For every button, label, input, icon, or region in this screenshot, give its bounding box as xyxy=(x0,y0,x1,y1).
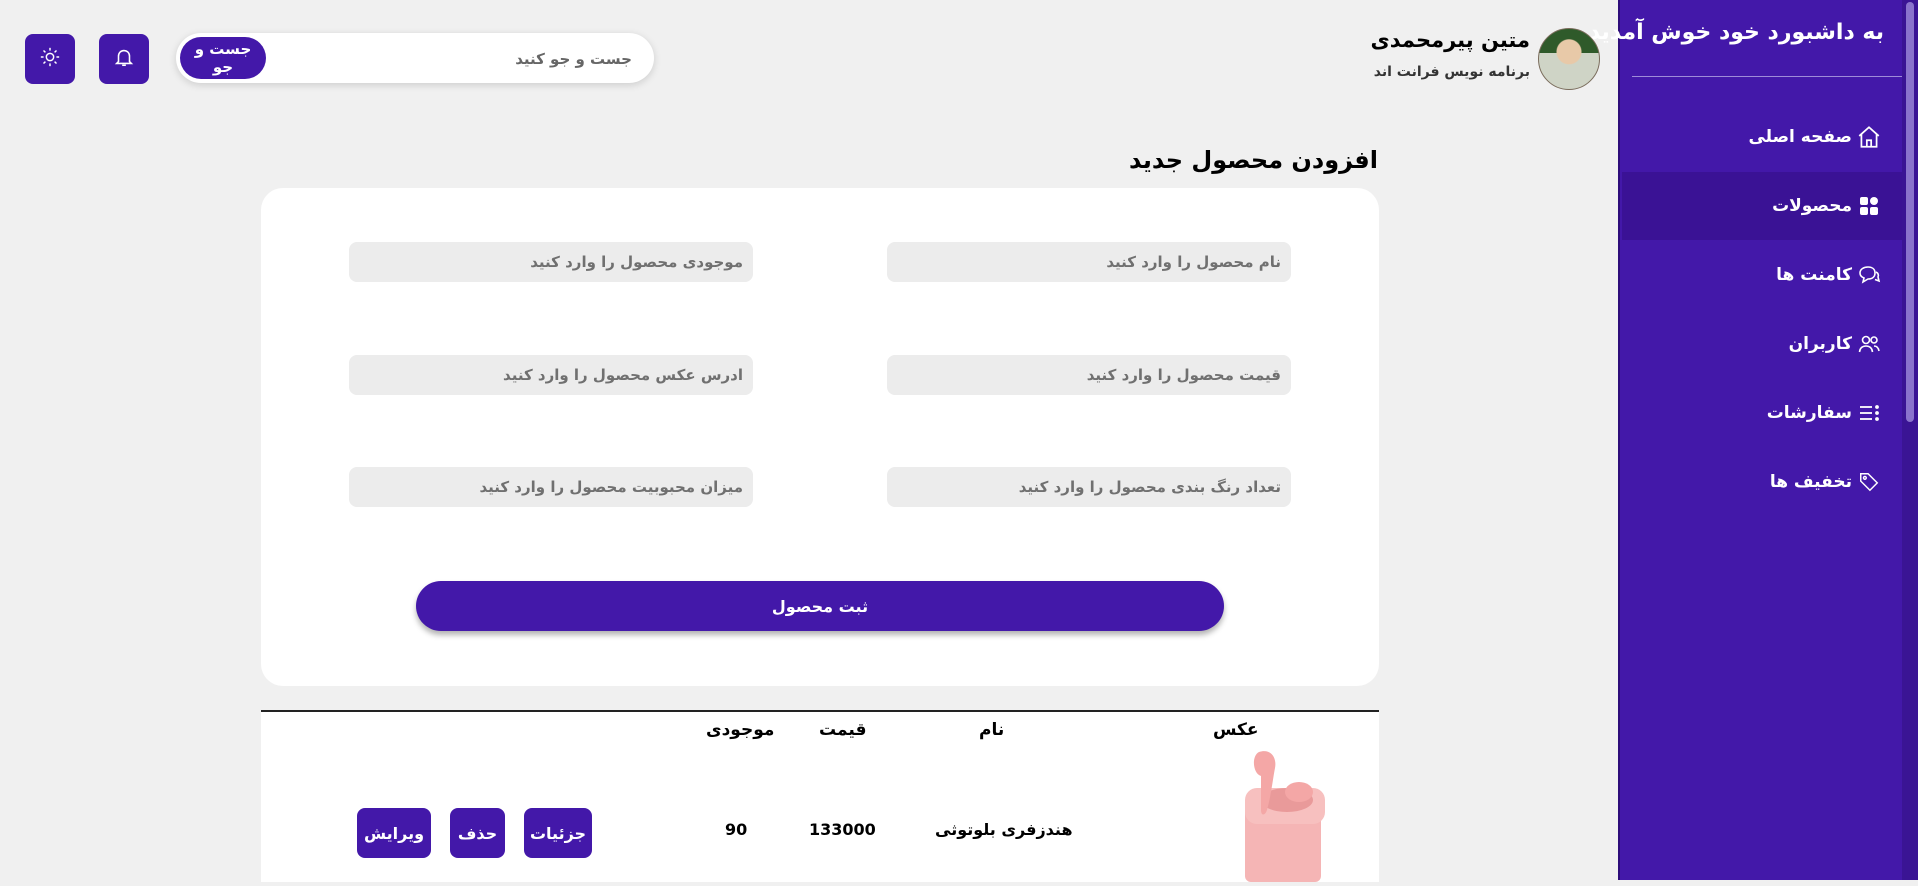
comments-icon xyxy=(1856,262,1882,288)
product-price-field[interactable] xyxy=(887,355,1291,395)
search-input[interactable] xyxy=(290,41,634,77)
bell-icon xyxy=(113,46,135,72)
sidebar-item-label: کاربران xyxy=(1788,334,1852,354)
sidebar-item-home[interactable]: صفحه اصلی xyxy=(1622,103,1902,171)
products-table: عکس نام قیمت موجودی هندزفری بلوتوثی 1330… xyxy=(261,710,1379,882)
column-header-stock: موجودی xyxy=(706,720,775,740)
notifications-button[interactable] xyxy=(99,34,149,84)
sidebar-item-label: محصولات xyxy=(1772,196,1852,216)
details-button[interactable]: جزئیات xyxy=(524,808,592,858)
product-stock: 90 xyxy=(725,820,748,839)
users-icon xyxy=(1856,331,1882,357)
scrollbar-thumb[interactable] xyxy=(1906,2,1914,422)
product-popularity-field[interactable] xyxy=(349,467,753,507)
sidebar-item-users[interactable]: کاربران xyxy=(1622,310,1902,378)
edit-button[interactable]: ویرایش xyxy=(357,808,431,858)
sidebar-title: به داشبورد خود خوش آمدید xyxy=(1588,20,1884,45)
sidebar: به داشبورد خود خوش آمدید صفحه اصلی محصول… xyxy=(1589,0,1918,880)
add-product-card: ثبت محصول xyxy=(261,188,1379,686)
home-icon xyxy=(1856,124,1882,150)
user-profile: متین پیرمحمدی برنامه نویس فرانت اند xyxy=(1360,28,1600,90)
sidebar-item-label: کامنت ها xyxy=(1776,265,1852,285)
product-name-field[interactable] xyxy=(887,242,1291,282)
product-price: 133000 xyxy=(809,820,876,839)
column-header-image: عکس xyxy=(1213,720,1259,740)
submit-product-button[interactable]: ثبت محصول xyxy=(416,581,1224,631)
column-header-price: قیمت xyxy=(819,720,867,740)
product-image-field[interactable] xyxy=(349,355,753,395)
search-button[interactable]: جست و جو xyxy=(180,37,266,79)
search-bar: جست و جو xyxy=(176,33,654,83)
product-image xyxy=(1231,748,1331,882)
theme-toggle-button[interactable] xyxy=(25,34,75,84)
sidebar-item-orders[interactable]: سفارشات xyxy=(1622,379,1902,447)
sidebar-item-comments[interactable]: کامنت ها xyxy=(1622,241,1902,309)
column-header-name: نام xyxy=(979,720,1005,740)
user-name: متین پیرمحمدی xyxy=(1370,28,1530,52)
sidebar-item-label: صفحه اصلی xyxy=(1748,127,1852,147)
list-icon xyxy=(1856,400,1882,426)
sidebar-item-products[interactable]: محصولات xyxy=(1622,172,1902,240)
delete-button[interactable]: حذف xyxy=(450,808,505,858)
sidebar-divider xyxy=(1632,76,1902,77)
sidebar-item-label: تخفیف ها xyxy=(1769,472,1852,492)
product-colors-field[interactable] xyxy=(887,467,1291,507)
tag-icon xyxy=(1856,469,1882,495)
page-title: افزودن محصول جدید xyxy=(1128,146,1378,174)
product-stock-field[interactable] xyxy=(349,242,753,282)
avatar[interactable] xyxy=(1538,28,1600,90)
user-role: برنامه نویس فرانت اند xyxy=(1373,64,1530,80)
sidebar-item-discounts[interactable]: تخفیف ها xyxy=(1622,448,1902,516)
grid-icon xyxy=(1856,193,1882,219)
sidebar-item-label: سفارشات xyxy=(1766,403,1852,423)
sun-icon xyxy=(39,46,61,72)
product-name: هندزفری بلوتوثی xyxy=(935,820,1073,839)
sidebar-scrollbar[interactable] xyxy=(1902,0,1918,880)
